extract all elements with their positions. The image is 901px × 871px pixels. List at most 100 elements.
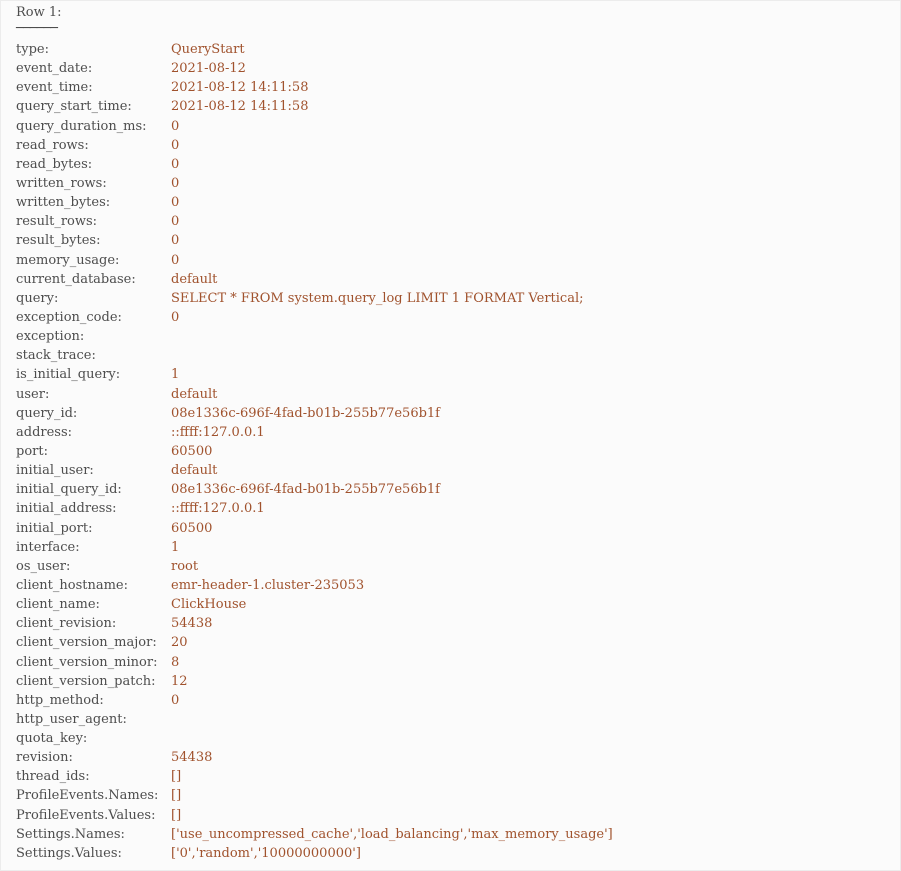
- field-key: Settings.Values:: [16, 845, 122, 861]
- field-row: client_version_minor: 8: [16, 653, 900, 672]
- field-value: 0: [171, 309, 180, 325]
- field-key: event_time:: [16, 80, 93, 96]
- field-key: current_database:: [16, 271, 136, 287]
- field-row: client_version_patch: 12: [16, 672, 900, 691]
- field-value: 54438: [171, 750, 213, 766]
- field-key: query_start_time:: [16, 99, 132, 115]
- field-key: quota_key:: [16, 731, 88, 747]
- field-row: client_revision: 54438: [16, 614, 900, 633]
- field-row: current_database: default: [16, 270, 900, 289]
- field-row: result_bytes: 0: [16, 231, 900, 250]
- field-key: event_date:: [16, 61, 93, 77]
- field-row: result_rows: 0: [16, 212, 900, 231]
- field-value: default: [171, 271, 218, 287]
- field-key: Settings.Names:: [16, 826, 125, 842]
- field-value: ::ffff:127.0.0.1: [171, 424, 265, 440]
- field-row: quota_key:: [16, 729, 900, 748]
- field-key: client_version_minor:: [16, 654, 158, 670]
- field-key: written_bytes:: [16, 195, 111, 211]
- field-value: 0: [171, 156, 180, 172]
- field-value: []: [171, 769, 182, 785]
- field-row: written_bytes: 0: [16, 193, 900, 212]
- field-value: 0: [171, 233, 180, 249]
- field-key: read_bytes:: [16, 156, 93, 172]
- field-key: client_revision:: [16, 616, 117, 632]
- field-row: event_time: 2021-08-12 14:11:58: [16, 78, 900, 97]
- field-row: initial_address:::ffff:127.0.0.1: [16, 499, 900, 518]
- field-key: ProfileEvents.Names:: [16, 788, 159, 804]
- field-key: revision:: [16, 750, 73, 766]
- field-value: ['0','random','10000000000']: [171, 845, 361, 861]
- field-value: []: [171, 788, 182, 804]
- field-value: 54438: [171, 616, 213, 632]
- query-output-block: Row 1: ────── type: QueryStart event_date:…: [0, 0, 901, 871]
- field-row: exception:: [16, 327, 900, 346]
- field-value: 08e1336c-696f-4fad-b01b-255b77e56b1f: [171, 405, 440, 421]
- field-row: query_id: 08e1336c-696f-4fad-b01b-255b77e…: [16, 404, 900, 423]
- field-key: memory_usage:: [16, 252, 120, 268]
- field-row: ProfileEvents.Values: []: [16, 806, 900, 825]
- field-row: Settings.Values: ['0','random','100000000…: [16, 844, 900, 863]
- field-value: ::ffff:127.0.0.1: [171, 501, 265, 517]
- field-key: client_version_patch:: [16, 673, 156, 689]
- field-key: interface:: [16, 539, 80, 555]
- field-row: memory_usage: 0: [16, 251, 900, 270]
- field-key: type:: [16, 42, 49, 57]
- field-value: 1: [171, 539, 180, 555]
- field-row: stack_trace:: [16, 346, 900, 365]
- field-value: 0: [171, 175, 180, 191]
- field-value: ['use_uncompressed_cache','load_balancin…: [171, 826, 613, 842]
- field-key: initial_port:: [16, 520, 93, 536]
- field-value: default: [171, 386, 218, 402]
- field-value: 2021-08-12 14:11:58: [171, 80, 309, 96]
- field-row: http_user_agent:: [16, 710, 900, 729]
- field-value: default: [171, 463, 218, 479]
- field-row: revision: 54438: [16, 748, 900, 767]
- field-key: client_name:: [16, 597, 100, 613]
- field-value: 0: [171, 214, 180, 230]
- field-value: 1: [171, 367, 180, 383]
- field-key: exception:: [16, 329, 85, 345]
- field-key: read_rows:: [16, 137, 89, 153]
- field-value: 12: [171, 673, 188, 689]
- field-key: is_initial_query:: [16, 367, 121, 383]
- field-value: 8: [171, 654, 180, 670]
- field-key: result_rows:: [16, 214, 98, 230]
- field-key: exception_code:: [16, 309, 122, 325]
- field-value: QueryStart: [171, 42, 245, 57]
- field-value: 2021-08-12: [171, 61, 246, 77]
- field-row: interface: 1: [16, 538, 900, 557]
- field-value: 60500: [171, 443, 213, 459]
- field-list: type: QueryStart event_date: 2021-08-12 even…: [16, 40, 900, 863]
- field-key: user:: [16, 386, 50, 402]
- field-value: 08e1336c-696f-4fad-b01b-255b77e56b1f: [171, 482, 440, 498]
- field-row: user: default: [16, 385, 900, 404]
- field-value: 0: [171, 692, 180, 708]
- field-key: query_duration_ms:: [16, 118, 147, 134]
- field-key: http_method:: [16, 692, 104, 708]
- field-value: root: [171, 558, 199, 574]
- field-value: 0: [171, 118, 180, 134]
- field-row: read_bytes: 0: [16, 155, 900, 174]
- field-row: thread_ids: []: [16, 767, 900, 786]
- field-key: ProfileEvents.Values:: [16, 807, 156, 823]
- field-key: http_user_agent:: [16, 711, 127, 727]
- field-value: SELECT * FROM system.query_log LIMIT 1 F…: [171, 290, 584, 306]
- field-key: written_rows:: [16, 175, 107, 191]
- field-row: query_start_time: 2021-08-12 14:11:58: [16, 97, 900, 116]
- field-value: 0: [171, 137, 180, 153]
- field-value: []: [171, 807, 182, 823]
- field-row: written_rows: 0: [16, 174, 900, 193]
- field-row: is_initial_query: 1: [16, 365, 900, 384]
- field-row: client_name: ClickHouse: [16, 595, 900, 614]
- field-row: read_rows: 0: [16, 136, 900, 155]
- field-key: port:: [16, 443, 48, 459]
- field-row: initial_query_id: 08e1336c-696f-4fad-b01b…: [16, 480, 900, 499]
- field-value: ClickHouse: [171, 597, 247, 613]
- field-value: emr-header-1.cluster-235053: [171, 577, 365, 593]
- field-key: query_id:: [16, 405, 78, 421]
- field-key: initial_user:: [16, 463, 94, 479]
- field-row: ProfileEvents.Names: []: [16, 786, 900, 805]
- field-key: initial_address:: [16, 501, 117, 517]
- field-row: os_user: root: [16, 557, 900, 576]
